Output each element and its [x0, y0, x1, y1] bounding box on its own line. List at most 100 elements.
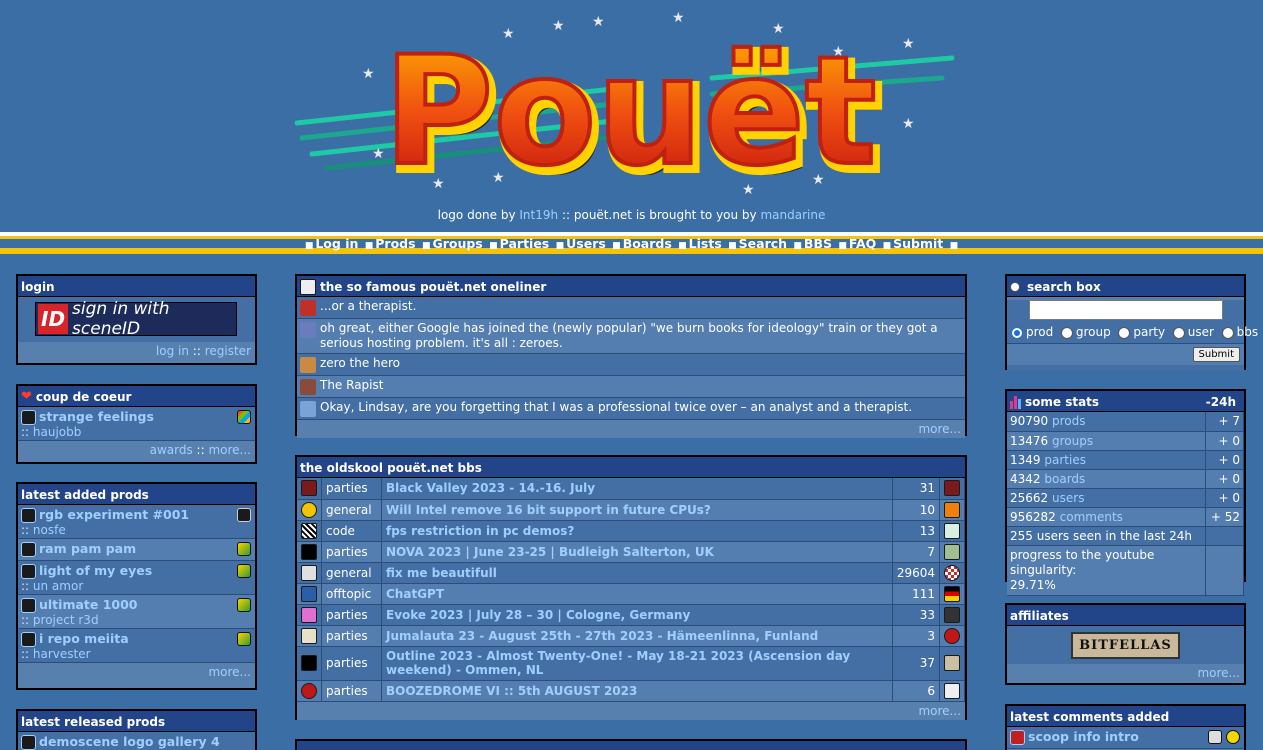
- stats-box: some stats -24h 90790 prods + 7 13476 gro…: [1005, 389, 1246, 596]
- coup-prod-row[interactable]: strange feelings :: haujobb: [18, 407, 255, 441]
- prod-type-icon: [21, 410, 36, 425]
- table-row[interactable]: parties Evoke 2023 | July 28 – 30 | Colo…: [297, 604, 965, 626]
- table-row[interactable]: parties Outline 2023 - Almost Twenty-One…: [297, 646, 965, 681]
- table-row[interactable]: code fps restriction in pc demos? 13: [297, 520, 965, 542]
- list-item[interactable]: scoop info intro: [1007, 727, 1244, 749]
- search-option-group[interactable]: group: [1060, 325, 1111, 339]
- prod-type-icon: [21, 564, 36, 579]
- credit-mid: :: pouët.net is brought to you by: [561, 208, 757, 222]
- oneliner-line: Okay, Lindsay, are you forgetting that I…: [297, 398, 965, 420]
- center-next-box: [295, 739, 967, 750]
- user-avatar-icon[interactable]: [944, 627, 960, 644]
- nav-login[interactable]: Log in: [315, 236, 358, 251]
- awards-link[interactable]: awards: [150, 443, 193, 457]
- latest-added-more-link[interactable]: more...: [208, 665, 251, 679]
- stats-parties-link[interactable]: parties: [1044, 453, 1086, 467]
- avatar[interactable]: [300, 379, 316, 395]
- avatar[interactable]: [300, 322, 316, 338]
- table-row[interactable]: parties BOOZEDROME VI :: 5th AUGUST 2023…: [297, 680, 965, 702]
- nav-prods[interactable]: Prods: [375, 236, 415, 251]
- stats-comments-link[interactable]: comments: [1060, 510, 1123, 524]
- coup-prod-link[interactable]: strange feelings: [39, 409, 154, 424]
- windows-icon: [237, 410, 251, 424]
- avatar[interactable]: [300, 357, 316, 373]
- user-avatar-icon[interactable]: [944, 543, 960, 560]
- oneliner-line: zero the hero: [297, 354, 965, 376]
- svg-text:★: ★: [672, 10, 685, 26]
- platform-icon: [1208, 730, 1222, 744]
- list-item[interactable]: ultimate 1000 :: project r3d: [18, 595, 255, 629]
- credit-host-link[interactable]: mandarine: [760, 208, 825, 222]
- stats-title: some stats: [1025, 394, 1100, 409]
- list-item[interactable]: ram pam pam: [18, 539, 255, 561]
- register-link[interactable]: register: [205, 344, 251, 358]
- sceneid-signin-button[interactable]: ID sign in with sceneID: [35, 299, 237, 339]
- table-row[interactable]: parties Black Valley 2023 - 14.-16. July…: [297, 478, 965, 500]
- oneliner-line: ...or a therapist.: [297, 297, 965, 319]
- user-avatar-icon[interactable]: [944, 682, 960, 699]
- list-item[interactable]: rgb experiment #001 :: nosfe: [18, 505, 255, 539]
- oneliner-line: oh great, either Google has joined the (…: [297, 319, 965, 354]
- singularity-label: progress to the youtube singularity:: [1010, 547, 1155, 577]
- stats-boards-link[interactable]: boards: [1044, 472, 1085, 486]
- list-item[interactable]: demoscene logo gallery 4 years: [18, 732, 255, 750]
- table-row: 90790 prods + 7: [1007, 412, 1244, 432]
- search-submit-button[interactable]: Submit: [1192, 347, 1240, 362]
- stats-groups-link[interactable]: groups: [1052, 434, 1093, 448]
- search-option-user[interactable]: user: [1172, 325, 1214, 339]
- affiliates-box: affiliates BITFELLAS more...: [1005, 603, 1246, 685]
- oneliner-more-link[interactable]: more...: [918, 422, 961, 436]
- table-row: 1349 parties + 0: [1007, 450, 1244, 470]
- search-option-bbs[interactable]: bbs: [1221, 325, 1258, 339]
- list-item[interactable]: i repo meiita :: harvester: [18, 629, 255, 663]
- search-input[interactable]: [1029, 300, 1223, 320]
- nav-users[interactable]: Users: [566, 236, 606, 251]
- coup-more-link[interactable]: more...: [208, 443, 251, 457]
- nav-boards[interactable]: Boards: [623, 236, 672, 251]
- nav-bbs[interactable]: BBS: [804, 236, 832, 251]
- table-row: 13476 groups + 0: [1007, 431, 1244, 451]
- table-row[interactable]: general Will Intel remove 16 bit support…: [297, 499, 965, 521]
- credit-artist-link[interactable]: Int19h: [519, 208, 558, 222]
- user-avatar-icon[interactable]: [944, 606, 960, 623]
- nav-lists[interactable]: Lists: [689, 236, 722, 251]
- topic-icon: [301, 682, 317, 699]
- bitfellas-logo[interactable]: BITFELLAS: [1071, 631, 1180, 659]
- list-item[interactable]: light of my eyes :: un amor: [18, 561, 255, 595]
- nav-faq[interactable]: FAQ: [849, 236, 876, 251]
- login-link[interactable]: log in: [156, 344, 189, 358]
- topic-icon: [301, 655, 317, 671]
- linux-icon: [237, 598, 251, 612]
- table-row[interactable]: parties NOVA 2023 | June 23-25 | Budleig…: [297, 541, 965, 563]
- nav-submit[interactable]: Submit: [893, 236, 943, 251]
- stats-prods-link[interactable]: prods: [1052, 414, 1086, 428]
- table-row[interactable]: general fix me beautifull 29604: [297, 562, 965, 584]
- avatar[interactable]: [300, 300, 316, 316]
- bbs-table: parties Black Valley 2023 - 14.-16. July…: [297, 478, 965, 702]
- svg-text:★: ★: [902, 36, 915, 52]
- heart-icon: ❤: [21, 389, 32, 404]
- user-avatar-icon[interactable]: [944, 501, 960, 518]
- nav-parties[interactable]: Parties: [500, 236, 550, 251]
- bbs-more-link[interactable]: more...: [918, 704, 961, 718]
- avatar[interactable]: [300, 401, 316, 417]
- search-option-party[interactable]: party: [1118, 325, 1165, 339]
- user-avatar-icon[interactable]: [944, 564, 960, 581]
- search-option-prod[interactable]: prod: [1011, 325, 1053, 339]
- coup-group-link[interactable]: haujobb: [33, 425, 81, 439]
- affiliates-more-link[interactable]: more...: [1197, 666, 1240, 680]
- user-avatar-icon[interactable]: [944, 655, 960, 671]
- oneliner-title: the so famous pouët.net oneliner: [320, 279, 547, 294]
- stats-users-link[interactable]: users: [1052, 491, 1084, 505]
- table-row[interactable]: offtopic ChatGPT 111: [297, 583, 965, 605]
- table-row[interactable]: parties Jumalauta 23 - August 25th - 27t…: [297, 625, 965, 647]
- pouet-logo[interactable]: ★★★ ★ ★★ ★★★ ★ ★ ★ ★★ ★ Pouët Pouët Pouët: [292, 8, 968, 198]
- user-avatar-icon[interactable]: [1226, 730, 1240, 744]
- user-avatar-icon[interactable]: [944, 522, 960, 539]
- oneliner-icon: [300, 278, 316, 295]
- user-avatar-icon[interactable]: [944, 480, 960, 497]
- germany-flag-icon[interactable]: [944, 585, 960, 602]
- nav-search[interactable]: Search: [739, 236, 787, 251]
- nav-groups[interactable]: Groups: [432, 236, 482, 251]
- radio-icon: [1060, 326, 1073, 339]
